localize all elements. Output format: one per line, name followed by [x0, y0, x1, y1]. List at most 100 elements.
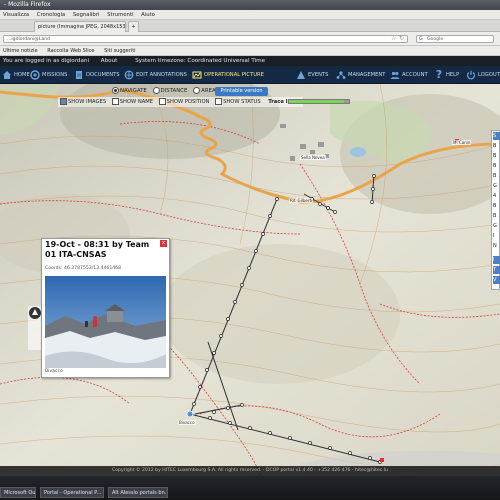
- team-badge[interactable]: [28, 306, 42, 350]
- menu-view[interactable]: Visualizza: [3, 12, 29, 18]
- documents-icon: [76, 70, 82, 79]
- show-images-label: SHOW IMAGES: [68, 99, 107, 105]
- map-label-hut: Rif. Gilberti: [289, 198, 314, 203]
- operational-icon: [192, 71, 202, 78]
- mountain-photo: [45, 276, 166, 368]
- nav-documents[interactable]: DOCUMENTS: [74, 66, 120, 84]
- panel-item[interactable]: T: [493, 266, 500, 274]
- area-label: AREA: [201, 88, 216, 94]
- distance-label: DISTANCE: [160, 88, 188, 94]
- menu-help[interactable]: Aiuto: [141, 12, 155, 18]
- show-name-label: SHOW NAME: [119, 99, 154, 105]
- session-status-bar: You are logged in as digiordani About Sy…: [0, 56, 500, 66]
- nav-events-label: EVENTS: [308, 72, 329, 78]
- nav-annotations-label: EDIT ANNOTATIONS: [136, 72, 187, 78]
- map-mode-controls: NAVIGATE DISTANCE AREA: [112, 86, 216, 96]
- show-position-label: SHOW POSITION: [166, 99, 210, 105]
- management-icon: [336, 70, 346, 79]
- nav-help-label: HELP: [446, 72, 460, 78]
- panel-item[interactable]: I: [493, 232, 500, 240]
- lake: [350, 147, 366, 157]
- panel-item[interactable]: B: [493, 202, 500, 210]
- star-icon[interactable]: ☆: [391, 36, 397, 42]
- bookmarks-toolbar: Ultime notizie Raccolta Web Slice Siti s…: [0, 46, 500, 56]
- area-radio[interactable]: [193, 87, 201, 94]
- panel-item[interactable]: V: [493, 276, 500, 284]
- navigate-label: NAVIGATE: [120, 88, 147, 94]
- map-label-bivouac: Bivacco: [178, 420, 196, 425]
- show-name-checkbox[interactable]: [111, 98, 119, 105]
- nav-missions[interactable]: MISSIONS: [30, 66, 67, 84]
- annotations-icon: [124, 70, 134, 79]
- show-status-checkbox[interactable]: [215, 98, 223, 105]
- nav-operational-label: OPERATIONAL PICTURE: [204, 72, 264, 78]
- search-input[interactable]: Google: [416, 35, 494, 43]
- panel-item[interactable]: G: [493, 222, 500, 230]
- panel-item[interactable]: S: [493, 132, 500, 140]
- popup-coordinates: Coords: 46.3787553/13.4461468: [45, 266, 122, 271]
- show-status-label: SHOW STATUS: [223, 99, 261, 105]
- show-position-checkbox[interactable]: [158, 98, 166, 105]
- panel-item[interactable]: N: [493, 242, 500, 250]
- login-status: You are logged in as digiordani: [3, 58, 90, 64]
- panel-item[interactable]: B: [493, 152, 500, 160]
- map-label-peak: M. Canin: [452, 140, 472, 145]
- panel-item[interactable]: 4: [493, 192, 500, 200]
- url-input[interactable]: ...igdiordani@Land: [3, 35, 408, 43]
- end-marker[interactable]: [380, 458, 384, 462]
- menu-history[interactable]: Cronologia: [37, 12, 65, 18]
- bookmark-webslice[interactable]: Raccolta Web Slice: [47, 48, 94, 54]
- menu-tools[interactable]: Strumenti: [107, 12, 133, 18]
- reload-icon[interactable]: ↻: [399, 36, 405, 42]
- distance-radio[interactable]: [152, 87, 160, 94]
- taskbar-outlook[interactable]: Microsoft Out...: [0, 487, 36, 498]
- nav-management[interactable]: MANAGEMENT: [336, 66, 385, 84]
- events-icon: [297, 70, 305, 79]
- popup-title: 19-Oct - 08:31 by Team 01 ITA-CNSAS: [45, 240, 150, 259]
- nav-logout[interactable]: LOGOUT: [466, 66, 500, 84]
- taskbar-alessio[interactable]: Alt Alessio portals bn...: [108, 487, 168, 498]
- team-marker[interactable]: [186, 410, 194, 418]
- popup-author: Bivacco: [45, 369, 63, 374]
- logout-icon: [466, 70, 476, 79]
- map-label-town: Sella Nevea: [300, 155, 326, 160]
- nav-management-label: MANAGEMENT: [348, 72, 386, 78]
- bookmark-suggested[interactable]: Siti suggeriti: [104, 48, 136, 54]
- new-tab-button[interactable]: +: [128, 21, 139, 32]
- panel-item[interactable]: B: [493, 142, 500, 150]
- map-display-options: SHOW IMAGES SHOW NAME SHOW POSITION SHOW…: [58, 97, 304, 107]
- ridge-shade: [160, 244, 400, 384]
- printable-version-button[interactable]: Printable version: [215, 87, 268, 96]
- panel-item[interactable]: B: [493, 172, 500, 180]
- nav-help[interactable]: ? HELP: [434, 66, 459, 84]
- taskbar-portal[interactable]: Portal - Operational P...: [40, 487, 104, 498]
- panel-item[interactable]: B: [493, 162, 500, 170]
- show-images-checkbox[interactable]: [60, 98, 67, 105]
- panel-item[interactable]: G: [493, 182, 500, 190]
- panel-item[interactable]: I: [493, 256, 500, 264]
- nav-operational-picture[interactable]: OPERATIONAL PICTURE: [192, 66, 264, 84]
- nav-home-label: HOME: [14, 72, 30, 78]
- help-icon: ?: [435, 67, 443, 81]
- nav-account[interactable]: ACCOUNT: [390, 66, 428, 84]
- tab-picture[interactable]: picture (Immagine JPEG, 2048x1536 pixel): [34, 21, 126, 32]
- bookmark-news[interactable]: Ultime notizie: [3, 48, 38, 54]
- nav-missions-label: MISSIONS: [42, 72, 68, 78]
- menu-bookmarks[interactable]: Segnalibri: [73, 12, 100, 18]
- nav-logout-label: LOGOUT: [478, 72, 500, 78]
- team-logo-icon: [29, 307, 41, 319]
- nav-home[interactable]: HOME: [2, 66, 30, 84]
- about-link[interactable]: About: [101, 58, 118, 64]
- nav-account-label: ACCOUNT: [402, 72, 428, 78]
- nav-edit-annotations[interactable]: EDIT ANNOTATIONS: [124, 66, 187, 84]
- window-titlebar: - Mozilla Firefox: [0, 0, 500, 10]
- popup-close-button[interactable]: x: [160, 240, 167, 247]
- menubar: Visualizza Cronologia Segnalibri Strumen…: [0, 10, 500, 20]
- panel-item[interactable]: B: [493, 212, 500, 220]
- app-footer: Copyright © 2012 by HITEC Luxembourg S.A…: [0, 466, 500, 476]
- navigate-radio[interactable]: [112, 87, 119, 94]
- account-icon: [390, 71, 400, 79]
- trace-limit-fill: [289, 100, 344, 103]
- popup-photo[interactable]: [45, 276, 166, 368]
- nav-events[interactable]: EVENTS: [296, 66, 328, 84]
